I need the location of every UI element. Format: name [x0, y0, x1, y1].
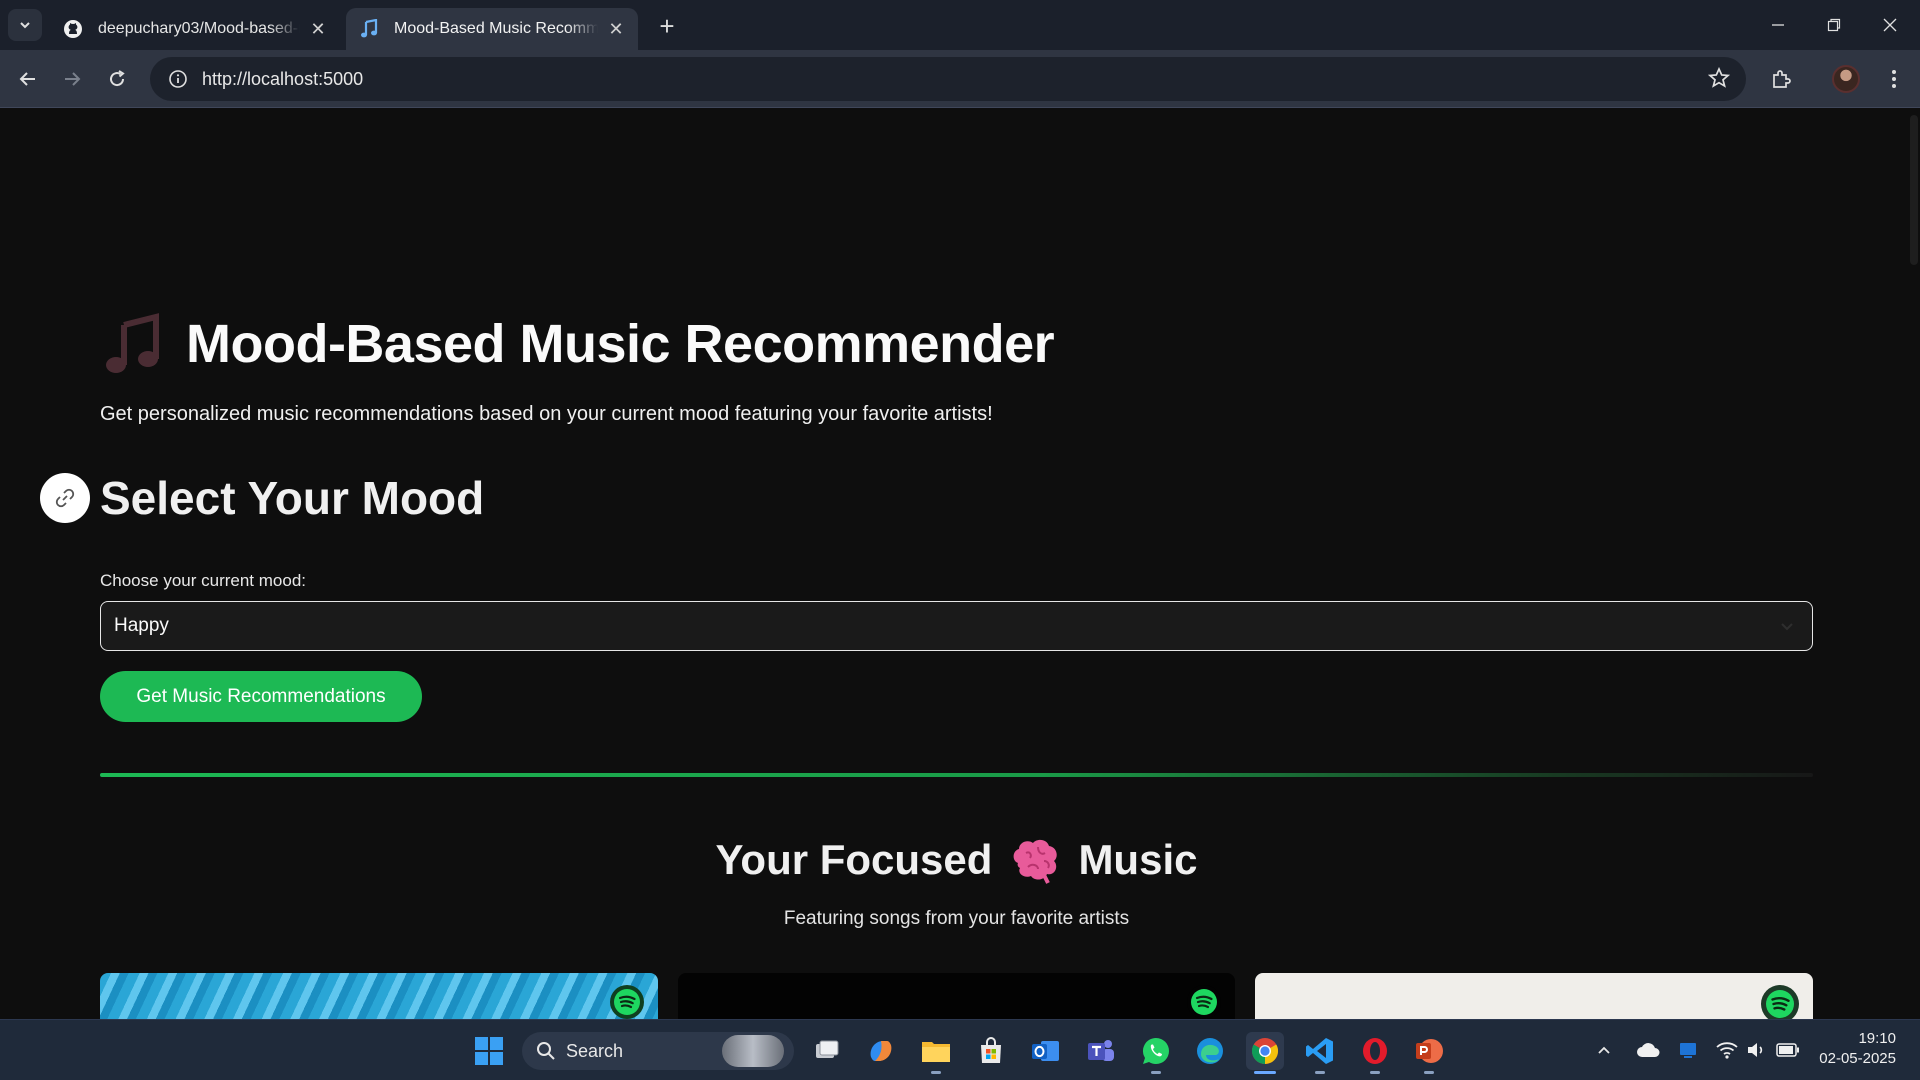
forward-icon[interactable] — [56, 63, 88, 95]
tab-title: Mood-Based Music Recommender — [394, 20, 598, 37]
link-anchor-icon[interactable] — [40, 473, 90, 523]
song-card[interactable] — [678, 973, 1235, 1019]
back-icon[interactable] — [12, 63, 44, 95]
taskbar-search[interactable]: Search — [522, 1032, 794, 1070]
running-indicator — [931, 1071, 941, 1074]
results-subtitle: Featuring songs from your favorite artis… — [783, 908, 1130, 929]
running-indicator — [1315, 1071, 1325, 1074]
clock-time: 19:10 — [1858, 1030, 1896, 1047]
browser-toolbar: http://localhost:5000 — [0, 50, 1920, 108]
reload-icon[interactable] — [101, 63, 133, 95]
copilot-icon[interactable] — [862, 1032, 900, 1070]
app-subtitle: Get personalized music recommendations b… — [100, 403, 993, 425]
windows-start-icon[interactable] — [470, 1032, 508, 1070]
running-indicator — [1254, 1071, 1276, 1074]
opera-icon[interactable] — [1356, 1032, 1394, 1074]
chrome-icon[interactable] — [1246, 1032, 1284, 1074]
results-title: Your Focused Music — [0, 833, 1913, 887]
teams-icon[interactable] — [1082, 1032, 1120, 1070]
close-window-icon[interactable] — [1862, 0, 1918, 50]
browser-tab-bar: deepuchary03/Mood-based-music-recommende… — [0, 0, 1920, 50]
get-recommendations-button[interactable]: Get Music Recommendations — [100, 671, 422, 722]
mood-select-label: Choose your current mood: — [100, 571, 306, 590]
restore-icon[interactable] — [1806, 0, 1862, 50]
site-info-icon[interactable] — [156, 69, 200, 89]
powerpoint-icon[interactable] — [1410, 1032, 1448, 1074]
close-tab-icon[interactable]: ✕ — [606, 19, 626, 39]
outlook-icon[interactable] — [1027, 1032, 1065, 1070]
vscode-icon[interactable] — [1301, 1032, 1339, 1074]
bookmark-star-icon[interactable] — [1707, 66, 1731, 94]
music-notes-icon — [106, 313, 159, 373]
section-title: Select Your Mood — [100, 472, 485, 524]
brain-icon — [1014, 839, 1058, 884]
tab-mood-app[interactable]: Mood-Based Music Recommender ✕ — [346, 8, 638, 50]
show-hidden-icons[interactable] — [1596, 1019, 1612, 1080]
app-page: Mood-Based Music Recommender Get persona… — [0, 109, 1920, 1019]
avatar — [1832, 65, 1860, 93]
running-indicator — [1370, 1071, 1380, 1074]
search-icon — [537, 1042, 555, 1060]
microsoft-store-icon[interactable] — [972, 1032, 1010, 1070]
app-title: Mood-Based Music Recommender — [100, 311, 1055, 377]
profile-avatar[interactable] — [1830, 63, 1862, 95]
windows-taskbar: Search — [0, 1019, 1920, 1080]
task-view-icon[interactable] — [808, 1032, 846, 1070]
spotify-icon[interactable] — [1761, 985, 1799, 1019]
volume-icon[interactable] — [1746, 1019, 1766, 1080]
github-icon — [62, 18, 84, 40]
tab-github[interactable]: deepuchary03/Mood-based-music-recommende… — [50, 8, 340, 50]
extensions-icon[interactable] — [1765, 63, 1797, 95]
edge-icon[interactable] — [1191, 1032, 1229, 1070]
whatsapp-icon[interactable] — [1137, 1032, 1175, 1074]
scrollbar-thumb[interactable] — [1910, 115, 1918, 265]
url-text: http://localhost:5000 — [202, 68, 364, 89]
app-title-text: Mood-Based Music Recommender — [186, 314, 1055, 374]
app-tray-icon[interactable] — [1678, 1019, 1698, 1080]
new-tab-icon[interactable]: + — [652, 11, 682, 41]
battery-icon[interactable] — [1776, 1019, 1800, 1080]
page-scrollbar[interactable] — [1906, 109, 1920, 1019]
clock-date: 02-05-2025 — [1819, 1050, 1896, 1067]
menu-kebab-icon[interactable] — [1878, 63, 1910, 95]
spotify-icon[interactable] — [1187, 985, 1221, 1019]
search-highlight-icon — [722, 1035, 784, 1067]
tab-search-button[interactable] — [8, 9, 42, 41]
running-indicator — [1151, 1071, 1161, 1074]
tab-title: deepuchary03/Mood-based-music-recommende… — [98, 20, 300, 37]
running-indicator — [1424, 1071, 1434, 1074]
results-title-suffix: Music — [1078, 836, 1198, 883]
chevron-down-icon — [1781, 623, 1793, 631]
song-card[interactable] — [1255, 973, 1813, 1019]
minimize-icon[interactable] — [1750, 0, 1806, 50]
wifi-icon[interactable] — [1716, 1019, 1738, 1080]
results-title-prefix: Your Focused — [715, 836, 993, 883]
mood-select[interactable]: Happy — [100, 601, 1813, 651]
mood-select-value: Happy — [114, 615, 169, 636]
close-tab-icon[interactable]: ✕ — [308, 19, 328, 39]
section-divider — [100, 773, 1813, 777]
onedrive-icon[interactable] — [1636, 1019, 1660, 1080]
chevron-down-icon — [20, 22, 30, 29]
search-placeholder: Search — [566, 1040, 624, 1061]
song-card[interactable] — [100, 973, 658, 1019]
taskbar-clock[interactable]: 19:10 02-05-2025 — [1819, 1029, 1896, 1069]
address-bar[interactable]: http://localhost:5000 — [150, 57, 1746, 101]
file-explorer-icon[interactable] — [917, 1032, 955, 1074]
spotify-icon[interactable] — [610, 985, 644, 1019]
music-note-icon — [358, 18, 380, 40]
